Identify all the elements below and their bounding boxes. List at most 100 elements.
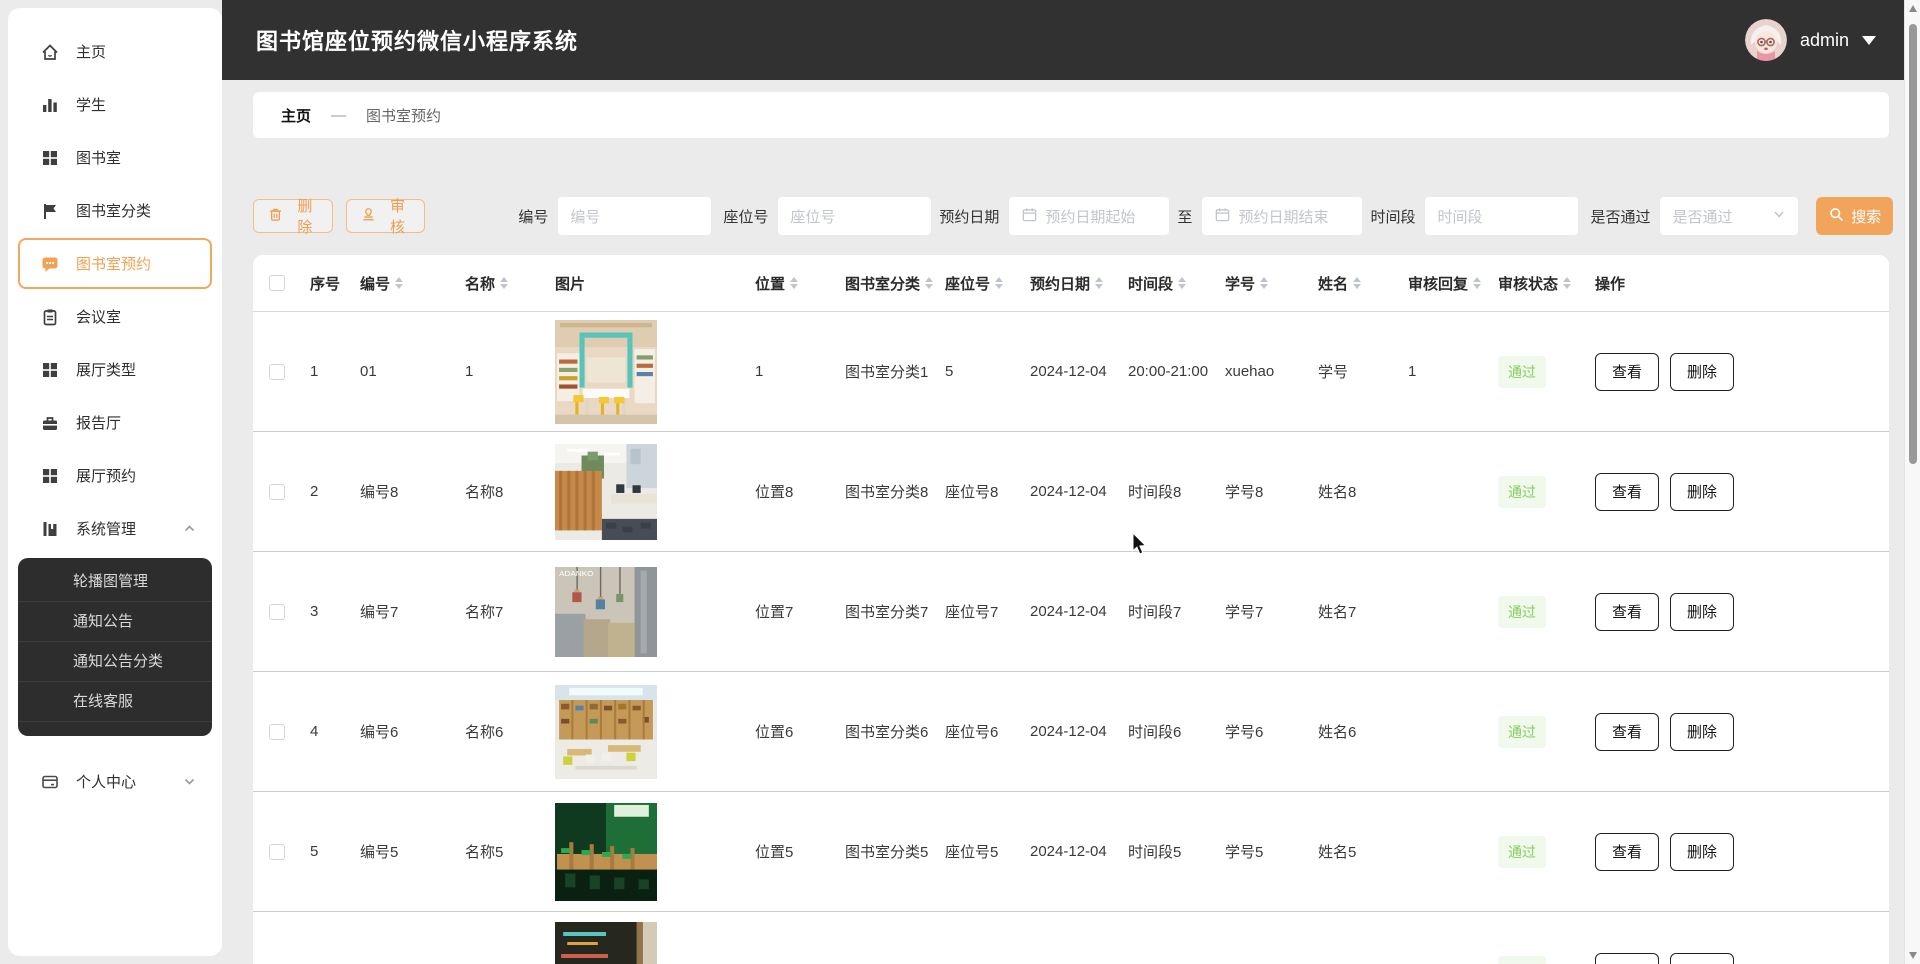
sidebar-item-label: 图书室预约 (76, 253, 151, 274)
audit-button[interactable]: 审核 (346, 199, 426, 233)
sidebar-item-hall-booking[interactable]: 展厅预约 (18, 450, 212, 501)
view-button[interactable]: 查看 (1595, 593, 1659, 631)
column-header-student_no[interactable]: 学号 (1215, 273, 1308, 294)
filter-label-date-start: 预约日期 (939, 206, 999, 227)
view-button[interactable]: 查看 (1595, 713, 1659, 751)
grid-icon (40, 360, 60, 380)
sidebar-item-students[interactable]: 学生 (18, 79, 212, 130)
cell-value: 姓名5 (1318, 841, 1356, 862)
column-header-student_name[interactable]: 姓名 (1308, 273, 1398, 294)
cell-value: 时间段6 (1128, 721, 1181, 742)
delete-row-button[interactable]: 删除 (1670, 593, 1734, 631)
breadcrumb-home[interactable]: 主页 (281, 105, 311, 126)
search-button[interactable]: 搜索 (1816, 197, 1893, 235)
filter-input-code[interactable]: 编号 (558, 197, 711, 235)
scroll-down-arrow-icon[interactable] (1909, 952, 1917, 959)
seat-cell: 座位号8 (935, 481, 1020, 502)
app-header: 图书馆座位预约微信小程序系统 admin (222, 0, 1904, 80)
cell-value: 名称5 (465, 841, 503, 862)
select-all-checkbox[interactable] (269, 275, 285, 291)
sidebar-item-library-booking[interactable]: 图书室预约 (18, 238, 212, 289)
seat-cell: 座位号5 (935, 841, 1020, 862)
sidebar-subitem-banner-manage[interactable]: 轮播图管理 (18, 562, 212, 602)
cell-value: 5 (310, 843, 318, 860)
cell-value: 名称7 (465, 601, 503, 622)
column-header-status[interactable]: 审核状态 (1488, 273, 1585, 294)
cell-value: 名称6 (465, 721, 503, 742)
room-image[interactable] (555, 803, 657, 901)
delete-row-button[interactable]: 删除 (1670, 953, 1734, 964)
view-button[interactable]: 查看 (1595, 953, 1659, 964)
avatar[interactable] (1745, 19, 1787, 61)
filter-group-pass: 是否通过是否通过 (1590, 197, 1798, 235)
book-icon (40, 519, 60, 539)
cell-value: 位置6 (755, 721, 793, 742)
room-image[interactable] (555, 922, 657, 964)
row-checkbox[interactable] (269, 484, 285, 500)
column-header-code[interactable]: 编号 (350, 273, 455, 294)
seat-cell: 座位号6 (935, 721, 1020, 742)
room-image[interactable] (555, 444, 657, 540)
sidebar-item-system-manage[interactable]: 系统管理 (18, 503, 212, 554)
filter-input-time[interactable]: 时间段 (1425, 197, 1578, 235)
column-header-seat[interactable]: 座位号 (935, 273, 1020, 294)
view-button[interactable]: 查看 (1595, 833, 1659, 871)
filter-date-date-end[interactable]: 预约日期结束 (1202, 197, 1362, 235)
category-cell: 图书室分类7 (835, 601, 935, 622)
room-image[interactable]: ADANKO (555, 567, 657, 657)
audit-button-label: 审核 (384, 195, 412, 237)
date-cell: 2024-12-04 (1020, 363, 1118, 380)
search-button-label: 搜索 (1851, 206, 1881, 227)
column-header-category[interactable]: 图书室分类 (835, 273, 935, 294)
room-image[interactable] (555, 685, 657, 779)
row-checkbox[interactable] (269, 724, 285, 740)
view-button[interactable]: 查看 (1595, 473, 1659, 511)
location-cell: 位置6 (745, 721, 835, 742)
cell-value: 图书室分类1 (845, 361, 928, 382)
sidebar-item-meeting-room[interactable]: 会议室 (18, 291, 212, 342)
column-header-location[interactable]: 位置 (745, 273, 835, 294)
sidebar-item-library-room[interactable]: 图书室 (18, 132, 212, 183)
sidebar-subitem-notice-category[interactable]: 通知公告分类 (18, 642, 212, 682)
user-menu[interactable]: admin (1745, 19, 1876, 61)
filter-select-pass[interactable]: 是否通过 (1660, 197, 1798, 235)
delete-row-button[interactable]: 删除 (1670, 713, 1734, 751)
sidebar-item-personal-center[interactable]: 个人中心 (18, 756, 212, 807)
column-header-date[interactable]: 预约日期 (1020, 273, 1118, 294)
delete-button[interactable]: 删除 (253, 199, 333, 233)
sidebar-subitem-online-service[interactable]: 在线客服 (18, 682, 212, 722)
delete-row-button[interactable]: 删除 (1670, 473, 1734, 511)
view-button[interactable]: 查看 (1595, 353, 1659, 391)
code-cell: 编号7 (350, 601, 455, 622)
sidebar-item-hall-type[interactable]: 展厅类型 (18, 344, 212, 395)
student_no-cell: 学号8 (1215, 481, 1308, 502)
filter-group-date-end: 至预约日期结束 (1177, 197, 1362, 235)
flag-icon (40, 201, 60, 221)
scroll-up-arrow-icon[interactable] (1909, 5, 1917, 12)
scrollbar-thumb[interactable] (1909, 24, 1917, 464)
filter-input-seat[interactable]: 座位号 (778, 197, 931, 235)
username: admin (1800, 30, 1849, 51)
cell-value: 学号8 (1225, 481, 1263, 502)
table-row: 3编号7名称7ADANKO位置7图书室分类7座位号72024-12-04时间段7… (253, 552, 1889, 672)
column-header-time[interactable]: 时间段 (1118, 273, 1215, 294)
column-header-reply[interactable]: 审核回复 (1398, 273, 1488, 294)
row-checkbox[interactable] (269, 364, 285, 380)
sidebar-subitem-notice[interactable]: 通知公告 (18, 602, 212, 642)
sidebar-item-label: 会议室 (76, 306, 121, 327)
delete-row-button[interactable]: 删除 (1670, 353, 1734, 391)
status-cell: 通过 (1488, 716, 1585, 748)
column-header-name[interactable]: 名称 (455, 273, 545, 294)
room-image[interactable] (555, 320, 657, 424)
sidebar-item-library-category[interactable]: 图书室分类 (18, 185, 212, 236)
scrollbar[interactable] (1904, 0, 1920, 964)
input-placeholder: 预约日期结束 (1238, 206, 1328, 227)
sidebar-item-lecture-hall[interactable]: 报告厅 (18, 397, 212, 448)
filter-label-time: 时间段 (1370, 206, 1415, 227)
sidebar-item-home[interactable]: 主页 (18, 26, 212, 77)
row-checkbox[interactable] (269, 604, 285, 620)
filter-date-date-start[interactable]: 预约日期起始 (1009, 197, 1169, 235)
cell-value: 编号5 (360, 841, 398, 862)
delete-row-button[interactable]: 删除 (1670, 833, 1734, 871)
row-checkbox[interactable] (269, 844, 285, 860)
